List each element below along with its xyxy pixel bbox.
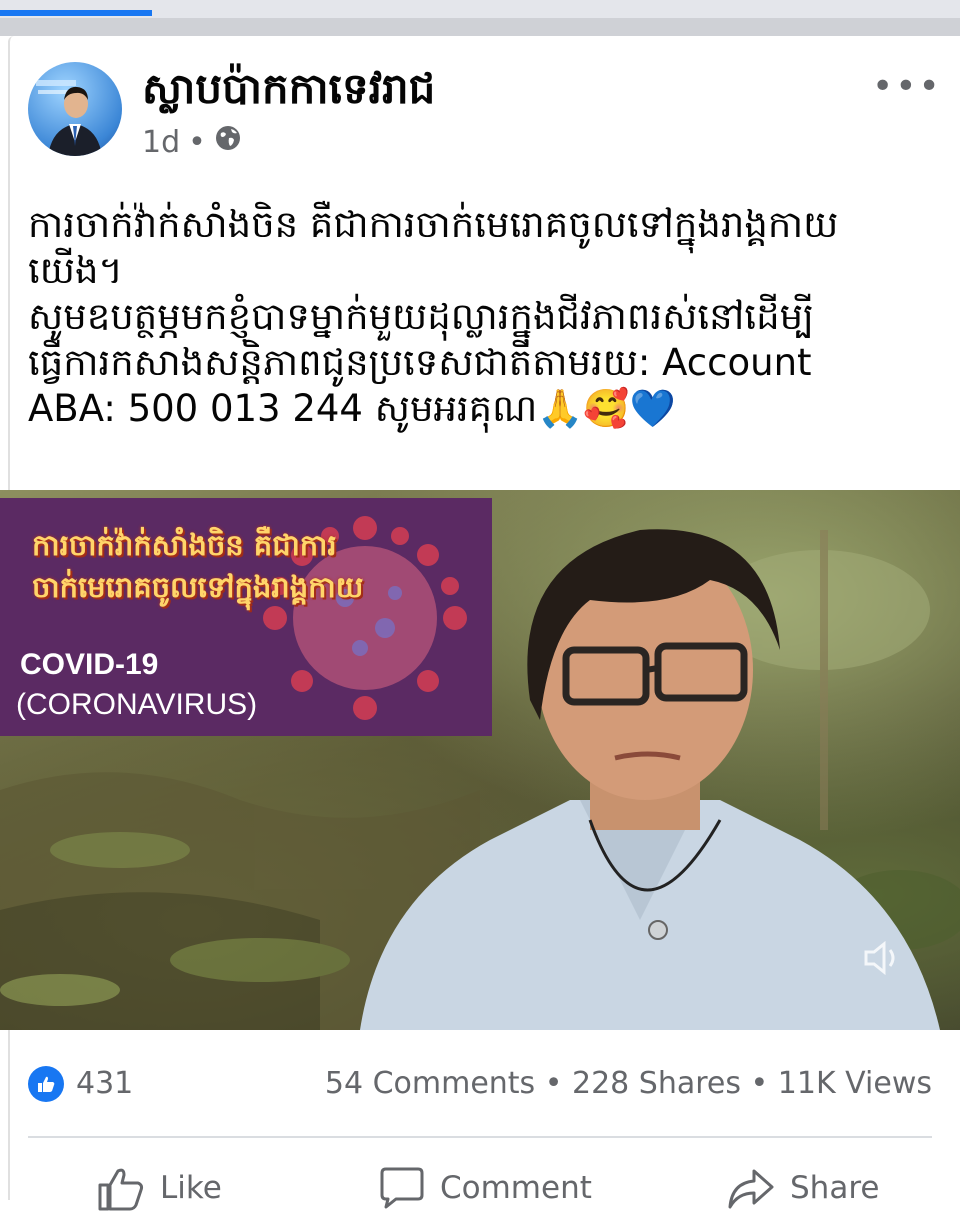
- thumbs-up-icon: [98, 1168, 144, 1211]
- post-text-line: យើង។: [28, 248, 123, 292]
- post-text-line: ធ្វើការកសាងសន្តិភាពជូនប្រទេសជាតិតាមរយ: A…: [28, 340, 812, 384]
- post-time[interactable]: 1d: [142, 125, 180, 160]
- covid-label: COVID-19: [20, 648, 159, 681]
- video-player[interactable]: ការចាក់វ៉ាក់សាំងចិន គឺជាការ ចាក់មេរោគចូល…: [0, 490, 960, 1030]
- stats-separator: •: [544, 1066, 563, 1101]
- like-label: Like: [160, 1170, 222, 1206]
- globe-icon: [214, 124, 242, 160]
- stats-divider: [28, 1136, 932, 1138]
- post-text-line: សូមឧបត្ថម្ភមកខ្ញុំបាទម្នាក់មួយដុល្លារក្ន…: [28, 294, 815, 338]
- view-count: 11K Views: [777, 1066, 932, 1101]
- post-text-line: ABA: 500 013 244 សូមអរគុណ🙏🥰💙: [28, 386, 676, 430]
- profile-photo: [36, 80, 102, 156]
- meta-separator: •: [188, 124, 206, 160]
- post-meta: 1d •: [142, 124, 242, 160]
- like-count[interactable]: 431: [76, 1066, 133, 1101]
- coronavirus-label: (CORONAVIRUS): [16, 688, 258, 721]
- comment-button[interactable]: Comment: [378, 1160, 592, 1216]
- loading-progress-bar: [0, 10, 152, 16]
- post-text-line: ការចាក់វ៉ាក់សាំងចិន គឺជាការចាក់មេរោគចូលទ…: [28, 203, 839, 246]
- engagement-counts: 54 Comments • 228 Shares • 11K Views: [325, 1066, 932, 1101]
- share-button[interactable]: Share: [726, 1160, 879, 1216]
- share-label: Share: [790, 1170, 880, 1206]
- like-button[interactable]: Like: [96, 1160, 222, 1216]
- stats-separator: •: [750, 1066, 769, 1101]
- share-count[interactable]: 228 Shares: [572, 1066, 741, 1101]
- more-options-icon[interactable]: •••: [872, 66, 942, 107]
- post-actions: Like Comment Share: [0, 1160, 960, 1211]
- browser-top-bar: [0, 0, 960, 36]
- comment-label: Comment: [440, 1170, 592, 1206]
- comment-icon: [380, 1167, 424, 1209]
- post-text: ការចាក់វ៉ាក់សាំងចិន គឺជាការចាក់មេរោគចូលទ…: [28, 202, 938, 431]
- share-icon: [728, 1169, 774, 1209]
- author-name[interactable]: ស្លាបប៉ាកកាទេវរាជ: [142, 62, 435, 124]
- avatar[interactable]: [28, 62, 122, 156]
- post-stats: 431 54 Comments • 228 Shares • 11K Views: [28, 1062, 932, 1108]
- top-strip: [0, 18, 960, 36]
- volume-muted-icon[interactable]: [860, 938, 906, 978]
- comment-count[interactable]: 54 Comments: [325, 1066, 535, 1101]
- like-reaction-icon[interactable]: [28, 1066, 64, 1102]
